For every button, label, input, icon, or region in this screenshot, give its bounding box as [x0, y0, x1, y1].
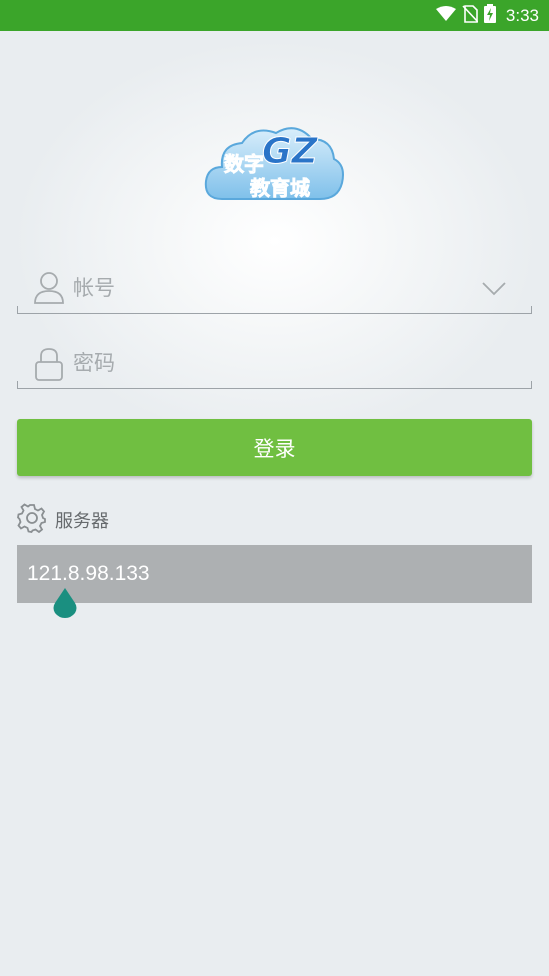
- password-underline: [17, 388, 532, 389]
- server-label: 服务器: [55, 511, 109, 532]
- account-field[interactable]: [17, 262, 532, 314]
- password-input[interactable]: [73, 347, 453, 379]
- no-sim-icon: [462, 4, 479, 27]
- gear-icon[interactable]: [17, 503, 47, 537]
- server-settings-row[interactable]: 服务器: [17, 503, 109, 537]
- user-icon: [33, 271, 65, 309]
- logo-line2: 教育城: [250, 176, 310, 200]
- status-bar: 3:33: [0, 0, 549, 31]
- status-time: 3:33: [505, 5, 539, 25]
- wifi-icon: [435, 5, 456, 26]
- app-logo: GZ 数字 教育城: [204, 115, 346, 205]
- text-cursor-handle[interactable]: [52, 586, 78, 624]
- login-screen: GZ 数字 教育城 登录: [0, 31, 549, 976]
- logo-badge: GZ: [262, 131, 319, 172]
- lock-icon: [33, 346, 65, 386]
- login-button[interactable]: 登录: [17, 419, 532, 476]
- account-underline: [17, 313, 532, 314]
- logo-line1: 数字: [224, 152, 264, 176]
- chevron-down-icon[interactable]: [482, 281, 506, 300]
- status-icons: 3:33: [435, 0, 539, 31]
- account-input[interactable]: [73, 272, 453, 304]
- password-field[interactable]: [17, 337, 532, 389]
- server-address-input[interactable]: 121.8.98.133: [17, 545, 532, 618]
- server-address-value: 121.8.98.133: [27, 562, 150, 585]
- battery-charging-icon: [483, 4, 496, 27]
